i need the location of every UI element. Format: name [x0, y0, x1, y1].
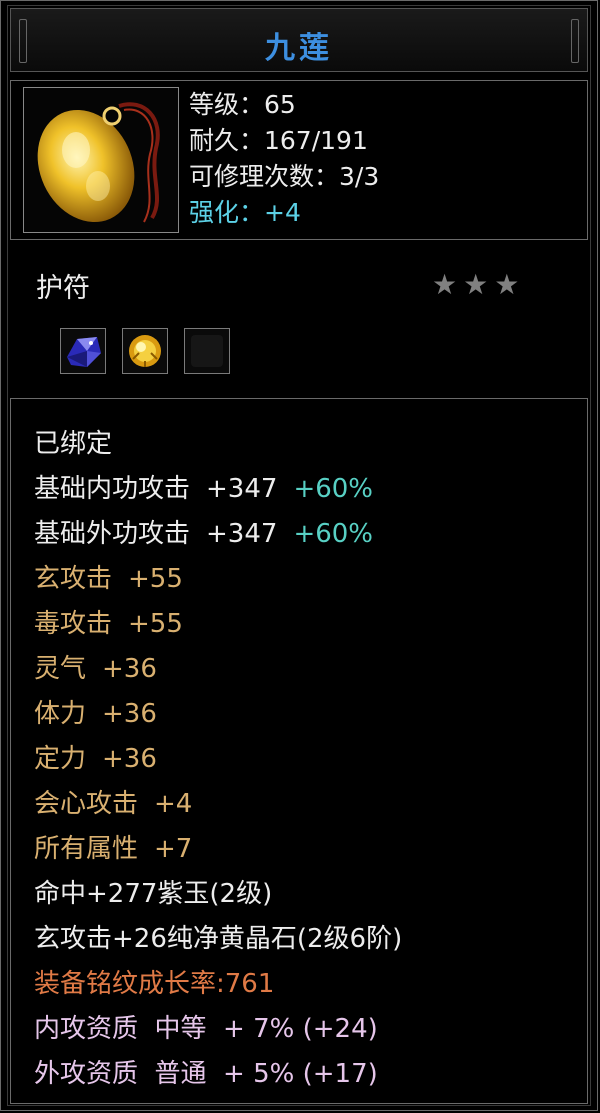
stat-label: 毒攻击 — [34, 609, 113, 639]
stat-line: 会心攻击 +4 — [34, 782, 402, 827]
stat-line: 基础外功攻击 +347 +60% — [34, 512, 402, 557]
stat-line: 所有属性 +7 — [34, 827, 402, 872]
stat-value: +36 — [102, 654, 157, 684]
empty-slot — [191, 335, 223, 367]
stat-value: +36 — [102, 744, 157, 774]
quality-line: 外攻资质 普通 + 5% (+17) — [34, 1059, 378, 1089]
durability-text: 耐久：167/191 — [189, 126, 368, 155]
item-type: 护符 — [36, 273, 90, 304]
stat-label: 灵气 — [34, 654, 87, 684]
gold-gem-icon — [129, 335, 161, 367]
stat-label: 会心攻击 — [34, 789, 139, 819]
stat-value: +55 — [128, 564, 183, 594]
stat-value: +347 — [206, 474, 278, 504]
gem-bonus-line: 玄攻击+26纯净黄晶石(2级6阶) — [34, 924, 403, 954]
stat-line: 灵气 +36 — [34, 647, 402, 692]
item-name: 九莲 — [265, 31, 333, 66]
title-ornament-right — [571, 19, 579, 63]
level-text: 等级：65 — [189, 90, 296, 119]
stat-line: 玄攻击 +55 — [34, 557, 402, 602]
repair-count-text: 可修理次数：3/3 — [189, 162, 380, 191]
item-info-lines: 等级：65 耐久：167/191 可修理次数：3/3 强化：+4 — [189, 87, 379, 231]
stat-line: 体力 +36 — [34, 692, 402, 737]
attributes-list: 已绑定 基础内功攻击 +347 +60% 基础外功攻击 +347 +60% 玄攻击 +55… — [34, 422, 402, 1097]
quality-line: 内攻资质 中等 + 7% (+24) — [34, 1014, 378, 1044]
gem-slot-3-empty[interactable] — [184, 328, 230, 374]
item-info-panel: 等级：65 耐久：167/191 可修理次数：3/3 强化：+4 — [10, 80, 588, 240]
stat-label: 体力 — [34, 699, 87, 729]
stat-value: +4 — [154, 789, 193, 819]
stat-line: 毒攻击 +55 — [34, 602, 402, 647]
star-rating: ★ ★ ★ — [432, 268, 525, 301]
star-icon: ★ — [494, 268, 520, 301]
stat-line: 基础内功攻击 +347 +60% — [34, 467, 402, 512]
stat-line: 定力 +36 — [34, 737, 402, 782]
stat-label: 定力 — [34, 744, 87, 774]
blue-crystal-gem-icon — [67, 337, 101, 367]
enhance-text: 强化：+4 — [189, 198, 301, 227]
stat-label: 玄攻击 — [34, 564, 113, 594]
stat-label: 基础外功攻击 — [34, 519, 191, 549]
stat-value: +7 — [154, 834, 193, 864]
stat-percent: +60% — [293, 474, 374, 504]
bound-status: 已绑定 — [34, 429, 113, 459]
item-icon-frame — [23, 87, 179, 233]
growth-rate-line: 装备铭纹成长率:761 — [34, 969, 275, 999]
stat-value: +347 — [206, 519, 278, 549]
stat-label: 基础内功攻击 — [34, 474, 191, 504]
stat-label: 所有属性 — [34, 834, 139, 864]
stat-value: +55 — [128, 609, 183, 639]
star-icon: ★ — [463, 268, 489, 301]
gem-bonus-line: 命中+277紫玉(2级) — [34, 879, 273, 909]
title-bar: 九莲 — [10, 8, 588, 72]
gem-slot-2[interactable] — [122, 328, 168, 374]
stat-percent: +60% — [293, 519, 374, 549]
gem-slot-1[interactable] — [60, 328, 106, 374]
jade-amulet-icon — [37, 102, 160, 223]
star-icon: ★ — [432, 268, 458, 301]
stat-value: +36 — [102, 699, 157, 729]
